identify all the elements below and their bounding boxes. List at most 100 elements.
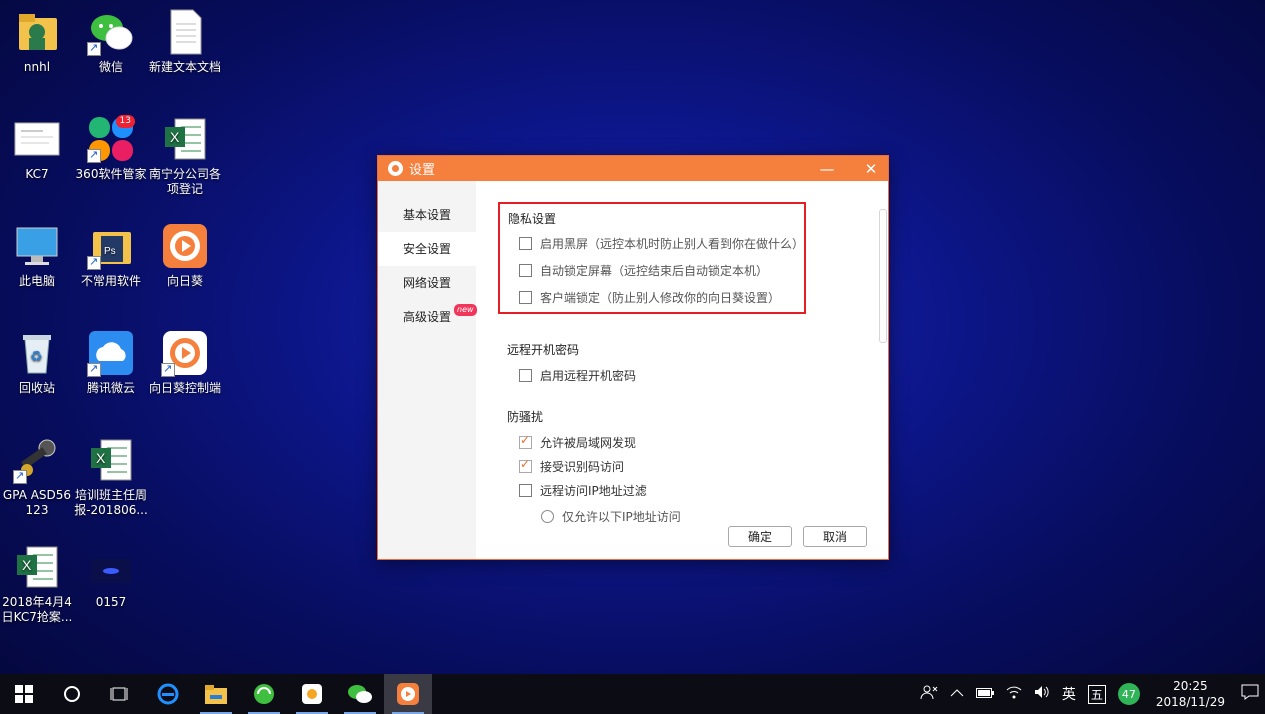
wechat-icon bbox=[87, 8, 135, 56]
nav-item-security[interactable]: 安全设置 bbox=[378, 232, 476, 266]
desktop-icon-recycle-bin[interactable]: ♻ 回收站 bbox=[0, 329, 74, 396]
remote-boot-checkbox[interactable] bbox=[519, 369, 532, 382]
svg-text:♻: ♻ bbox=[30, 349, 43, 365]
video-thumbnail-icon bbox=[87, 543, 135, 591]
desktop-icon-rare-software[interactable]: Ps 不常用软件 bbox=[74, 222, 148, 289]
search-button[interactable] bbox=[48, 674, 96, 714]
nav-item-label: 基本设置 bbox=[403, 208, 452, 222]
desktop-icon-gpa[interactable]: GPA ASD56123 bbox=[0, 436, 74, 518]
ime-mode[interactable]: 五 bbox=[1087, 684, 1106, 704]
desktop-icon-nnhl[interactable]: nnhl bbox=[0, 8, 74, 75]
desktop-icon-360[interactable]: 13 360软件管家 bbox=[74, 115, 148, 182]
desktop-icon-kc7[interactable]: KC7 bbox=[0, 115, 74, 182]
settings-sidebar: 基本设置 安全设置 网络设置 高级设置 new bbox=[378, 181, 477, 559]
close-button[interactable]: ✕ bbox=[856, 156, 886, 181]
privacy-highlight-box bbox=[498, 202, 806, 314]
ip-filter-checkbox[interactable] bbox=[519, 484, 532, 497]
desktop-icon-this-pc[interactable]: 此电脑 bbox=[0, 222, 74, 289]
chevron-up-icon[interactable] bbox=[950, 686, 964, 702]
desktop-icon-new-text-doc[interactable]: 新建文本文档 bbox=[148, 8, 222, 75]
clock-date: 2018/11/29 bbox=[1155, 695, 1225, 709]
folder-icon: Ps bbox=[87, 222, 135, 270]
wifi-icon[interactable] bbox=[1006, 685, 1022, 703]
minimize-button[interactable]: — bbox=[812, 156, 842, 181]
desktop-icon-label: 2018年4月4日KC7抢案... bbox=[1, 595, 73, 624]
desktop-icon-weiyun[interactable]: 腾讯微云 bbox=[74, 329, 148, 396]
desktop-icon-nanning-excel[interactable]: X 南宁分公司各项登记 bbox=[148, 115, 222, 197]
lan-discovery-checkbox[interactable] bbox=[519, 433, 532, 449]
desktop-icon-label: 向日葵控制端 bbox=[148, 381, 221, 395]
svg-text:X: X bbox=[22, 557, 32, 573]
desktop-icon-label: 不常用软件 bbox=[80, 274, 141, 288]
text-document-icon bbox=[161, 8, 209, 56]
desktop-icon-sunlogin-control[interactable]: 向日葵控制端 bbox=[148, 329, 222, 396]
sunlogin-logo-icon bbox=[388, 161, 403, 176]
ok-button[interactable]: 确定 bbox=[728, 526, 792, 547]
vertical-scrollbar[interactable] bbox=[879, 209, 887, 343]
cancel-button[interactable]: 取消 bbox=[803, 526, 867, 547]
battery-icon[interactable] bbox=[975, 686, 994, 702]
id-access-option[interactable]: 接受识别码访问 bbox=[519, 457, 625, 475]
desktop-icon-kc7-case[interactable]: X 2018年4月4日KC7抢案... bbox=[0, 543, 74, 625]
taskbar-app[interactable] bbox=[288, 674, 336, 714]
excel-icon: X bbox=[13, 543, 61, 591]
sunflower-icon bbox=[397, 683, 419, 705]
lan-discovery-option[interactable]: 允许被局域网发现 bbox=[519, 433, 637, 451]
desktop-icon-label: 微信 bbox=[98, 60, 123, 74]
nav-item-network[interactable]: 网络设置 bbox=[378, 266, 476, 300]
taskbar-sunlogin[interactable] bbox=[384, 674, 432, 714]
option-label: 接受识别码访问 bbox=[540, 460, 625, 474]
desktop-icon-label: 回收站 bbox=[18, 381, 55, 395]
tray-badge-icon[interactable]: 47 bbox=[1117, 683, 1140, 705]
svg-text:X: X bbox=[96, 450, 106, 466]
nav-item-advanced[interactable]: 高级设置 new bbox=[378, 300, 477, 334]
desktop-icon-training-report[interactable]: X 培训班主任周报-201806... bbox=[74, 436, 148, 518]
task-view-button[interactable] bbox=[96, 674, 144, 714]
window-title: 设置 bbox=[409, 163, 436, 178]
ip-whitelist-radio[interactable] bbox=[541, 510, 554, 523]
option-label: 仅允许以下IP地址访问 bbox=[562, 510, 681, 524]
app-store-360-icon: 13 bbox=[87, 115, 135, 163]
desktop-icon-label: 此电脑 bbox=[18, 274, 55, 288]
desktop-icon-label: 360软件管家 bbox=[75, 167, 147, 181]
option-label: 启用远程开机密码 bbox=[540, 369, 637, 383]
wechat-icon bbox=[348, 685, 372, 703]
desktop-icon-label: 新建文本文档 bbox=[148, 60, 221, 74]
desktop-icon-label: 腾讯微云 bbox=[86, 381, 135, 395]
anti-harass-section-title: 防骚扰 bbox=[507, 410, 544, 424]
file-explorer-icon bbox=[205, 685, 227, 704]
desktop-icon-0157[interactable]: 0157 bbox=[74, 543, 148, 610]
id-access-checkbox[interactable] bbox=[519, 457, 532, 473]
taskbar-wechat[interactable] bbox=[336, 674, 384, 714]
volume-icon[interactable] bbox=[1034, 685, 1050, 703]
sunflower-icon bbox=[161, 329, 209, 377]
notification-center-icon[interactable] bbox=[1241, 684, 1259, 704]
taskbar-ie[interactable] bbox=[144, 674, 192, 714]
option-label: 允许被局域网发现 bbox=[540, 436, 637, 450]
ime-language[interactable]: 英 bbox=[1062, 684, 1076, 704]
taskbar-file-explorer[interactable] bbox=[192, 674, 240, 714]
people-icon[interactable] bbox=[920, 684, 938, 704]
excel-icon: X bbox=[87, 436, 135, 484]
start-button[interactable] bbox=[0, 674, 48, 714]
recycle-bin-icon: ♻ bbox=[13, 329, 61, 377]
folder-icon bbox=[13, 8, 61, 56]
remote-boot-option[interactable]: 启用远程开机密码 bbox=[519, 367, 636, 384]
ip-whitelist-option[interactable]: 仅允许以下IP地址访问 bbox=[541, 508, 681, 525]
browser-icon bbox=[254, 684, 274, 704]
nav-item-basic[interactable]: 基本设置 bbox=[378, 198, 476, 232]
desktop-icon-wechat[interactable]: 微信 bbox=[74, 8, 148, 75]
system-tray: 英 五 47 20:25 2018/11/29 bbox=[914, 674, 1265, 714]
desktop-icon-label: KC7 bbox=[25, 167, 49, 181]
desktop-icon-sunlogin[interactable]: 向日葵 bbox=[148, 222, 222, 289]
clock[interactable]: 20:25 2018/11/29 bbox=[1156, 678, 1225, 710]
taskbar-browser[interactable] bbox=[240, 674, 288, 714]
taskbar: 英 五 47 20:25 2018/11/29 bbox=[0, 674, 1265, 714]
nav-item-label: 高级设置 bbox=[403, 310, 452, 324]
nav-item-label: 网络设置 bbox=[403, 276, 452, 290]
ip-filter-option[interactable]: 远程访问IP地址过滤 bbox=[519, 482, 647, 499]
clock-time: 20:25 bbox=[1173, 679, 1208, 693]
windows-logo-icon bbox=[15, 685, 33, 703]
desktop-icon-label: GPA ASD56123 bbox=[2, 488, 72, 517]
document-thumbnail-icon bbox=[13, 115, 61, 163]
